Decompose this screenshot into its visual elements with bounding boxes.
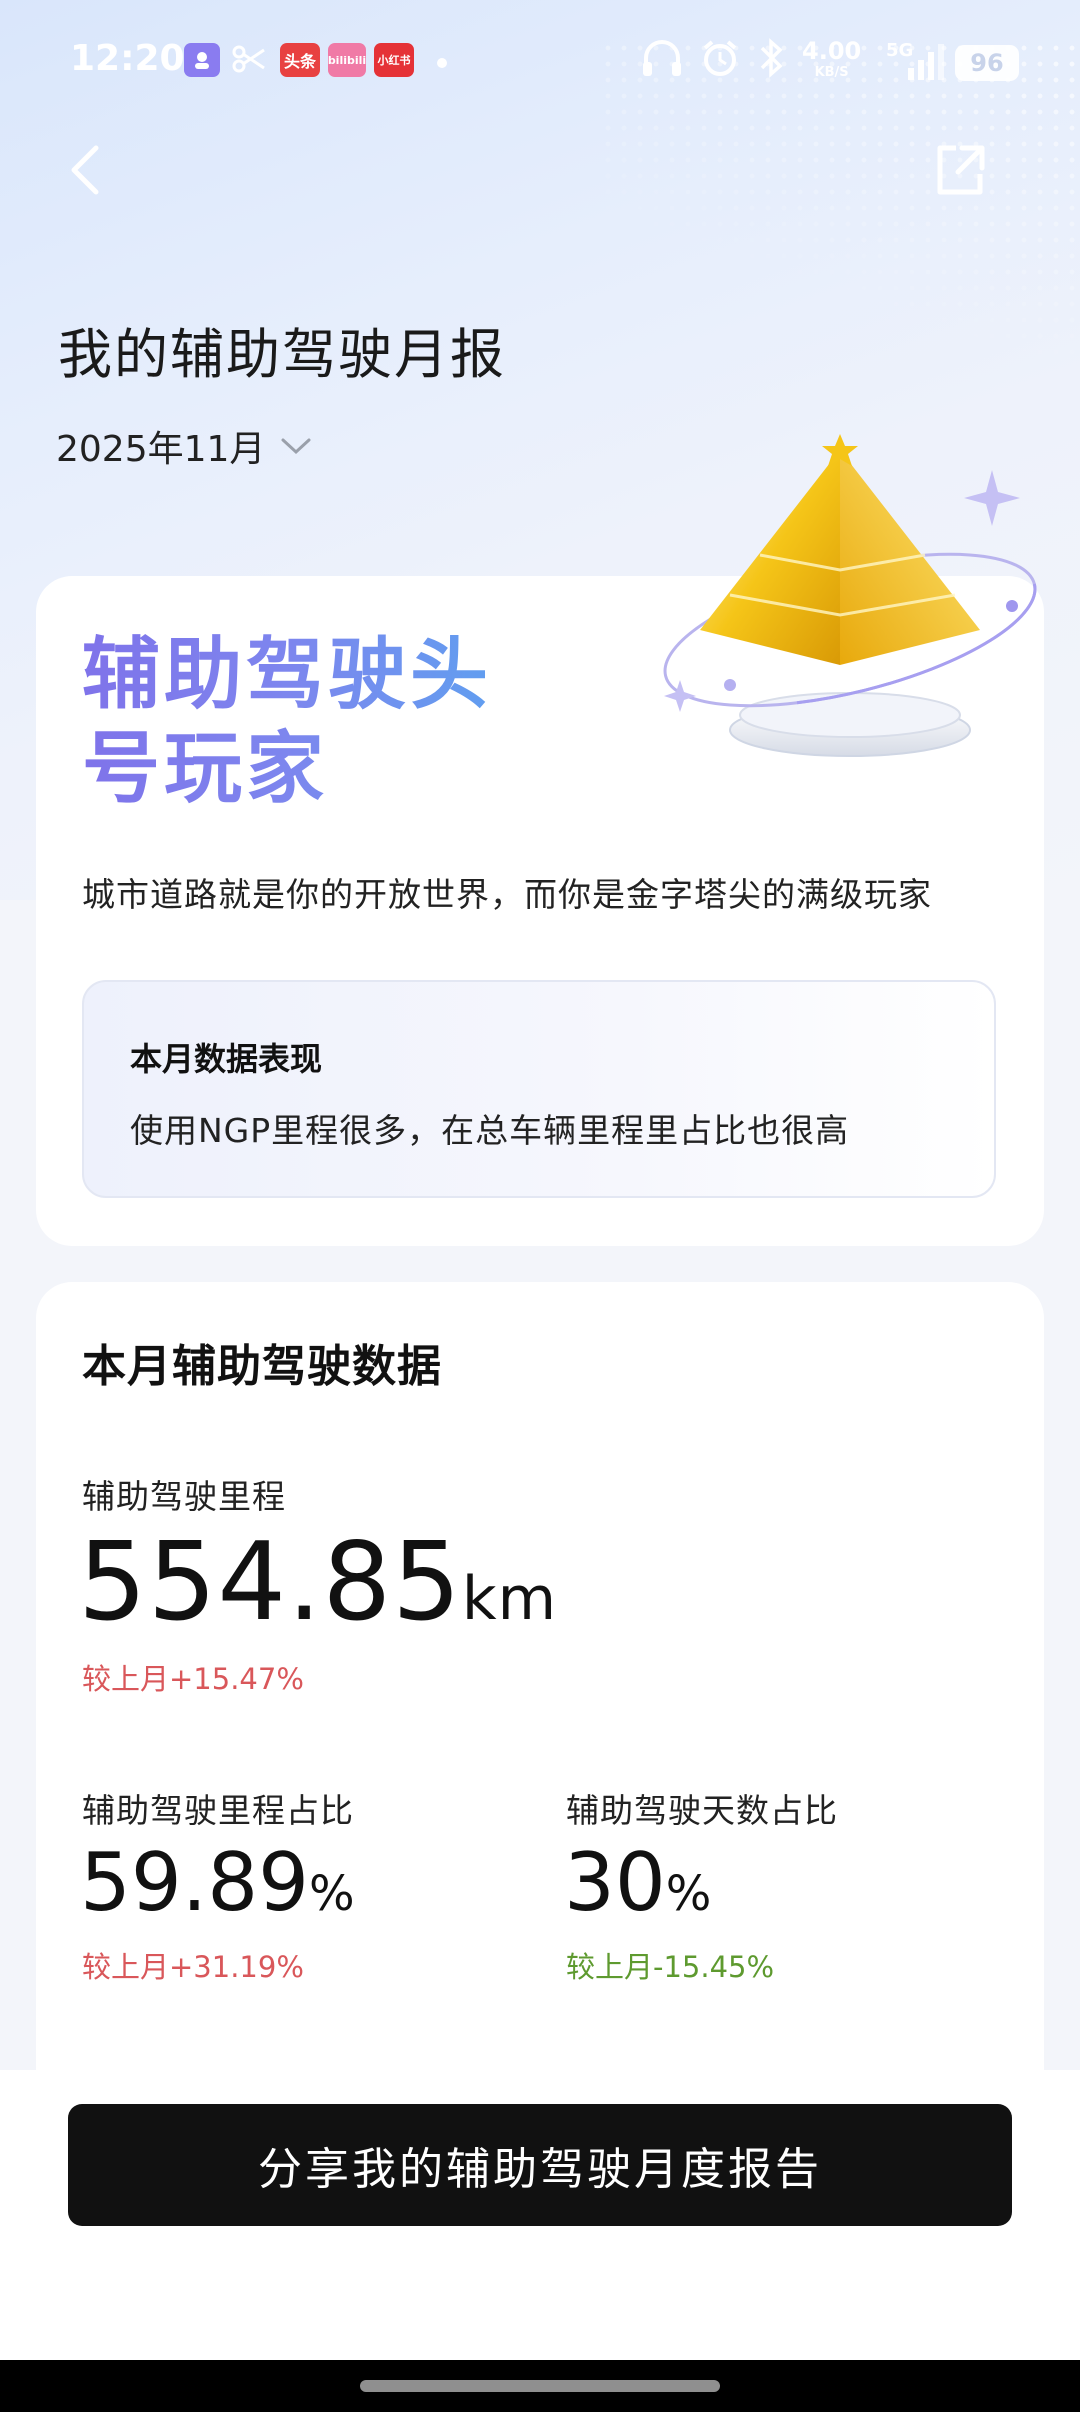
mileage-label: 辅助驾驶里程 xyxy=(82,1477,286,1516)
badge-description: 城市道路就是你的开放世界，而你是金字塔尖的满级玩家 xyxy=(82,875,932,914)
month-selector[interactable]: 2025年11月 xyxy=(56,420,313,472)
share-icon-button[interactable] xyxy=(930,140,990,200)
mileage-value: 554.85km xyxy=(78,1520,558,1645)
more-dot-icon xyxy=(436,54,448,73)
performance-text: 使用NGP里程很多，在总车辆里程里占比也很高 xyxy=(130,1111,850,1150)
share-icon xyxy=(937,145,985,195)
stats-section-title: 本月辅助驾驶数据 xyxy=(82,1341,442,1392)
page-title: 我的辅助驾驶月报 xyxy=(58,323,506,386)
pyramid-trophy-icon xyxy=(663,434,1037,757)
month-label: 2025年11月 xyxy=(56,429,266,470)
mileage-ratio-label: 辅助驾驶里程占比 xyxy=(82,1791,354,1830)
days-ratio-value: 30% xyxy=(564,1836,712,1929)
network-speed: 4.00 KB/S xyxy=(802,37,862,80)
alarm-icon xyxy=(700,38,740,82)
days-ratio-label: 辅助驾驶天数占比 xyxy=(566,1791,838,1830)
performance-box: 本月数据表现 使用NGP里程很多，在总车辆里程里占比也很高 xyxy=(82,980,996,1198)
days-ratio-delta: 较上月-15.45% xyxy=(566,1950,775,1984)
mileage-delta: 较上月+15.47% xyxy=(82,1662,304,1696)
chevron-left-icon xyxy=(71,145,99,195)
battery-indicator: 96 xyxy=(955,45,1019,81)
signal-strength-icon xyxy=(886,42,946,86)
status-bar: 12:20 头条 bilibili 小红书 4.00 KB/S 5G 96 xyxy=(0,0,1080,120)
headphones-icon xyxy=(640,38,684,82)
toutiao-app-icon: 头条 xyxy=(280,43,320,77)
xiaohongshu-app-icon: 小红书 xyxy=(374,43,414,77)
app-notification-icon xyxy=(184,43,220,77)
scissors-icon xyxy=(232,44,266,78)
back-button[interactable] xyxy=(62,140,112,200)
mileage-ratio-delta: 较上月+31.19% xyxy=(82,1950,304,1984)
status-time: 12:20 xyxy=(70,38,185,79)
chevron-down-icon xyxy=(281,438,311,455)
performance-title: 本月数据表现 xyxy=(130,1040,323,1078)
share-report-button[interactable]: 分享我的辅助驾驶月度报告 xyxy=(68,2104,1012,2226)
home-indicator[interactable] xyxy=(360,2380,720,2392)
bilibili-app-icon: bilibili xyxy=(328,43,366,77)
badge-title: 辅助驾驶头号玩家 xyxy=(82,628,542,816)
mileage-ratio-value: 59.89% xyxy=(80,1836,355,1929)
bluetooth-icon xyxy=(756,38,786,82)
